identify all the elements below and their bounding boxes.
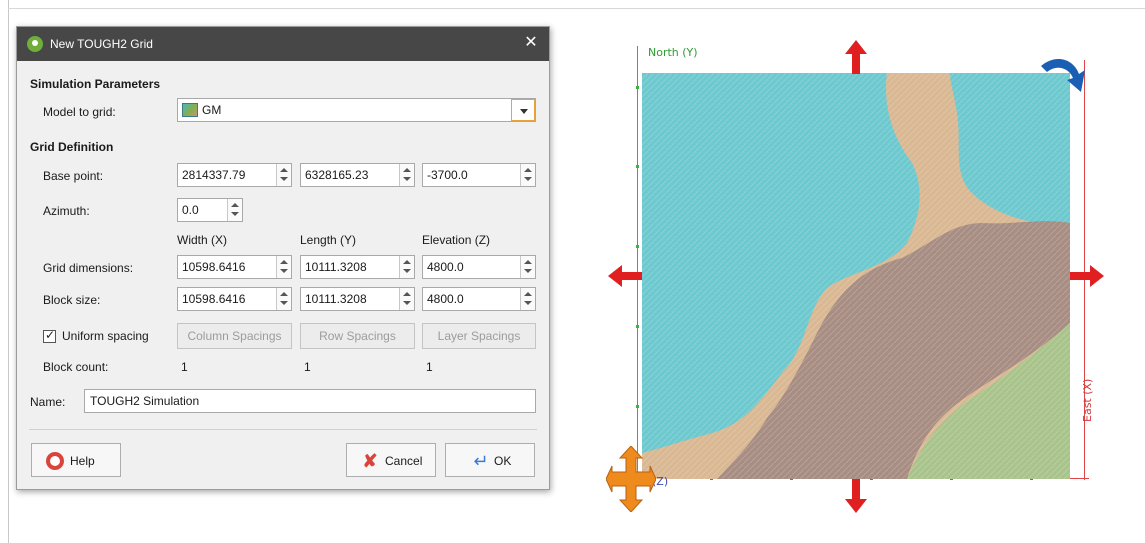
uniform-spacing-label[interactable]: Uniform spacing xyxy=(62,329,149,343)
spin-arrows-icon[interactable] xyxy=(520,256,535,278)
model-to-grid-select[interactable]: GM xyxy=(177,98,536,122)
grid-dimensions-z-input[interactable]: 4800.0 xyxy=(422,255,536,279)
spin-arrows-icon[interactable] xyxy=(399,164,414,186)
ok-button[interactable]: ↵ OK xyxy=(445,443,535,477)
rotate-arrow-icon[interactable] xyxy=(1037,52,1089,104)
help-button[interactable]: Help xyxy=(31,443,121,477)
spin-arrows-icon[interactable] xyxy=(276,164,291,186)
north-tick xyxy=(636,405,639,408)
spin-arrows-icon[interactable] xyxy=(399,256,414,278)
block-count-x: 1 xyxy=(181,360,188,374)
column-spacings-button[interactable]: Column Spacings xyxy=(177,323,292,349)
simulation-parameters-heading: Simulation Parameters xyxy=(30,77,161,91)
north-tick xyxy=(636,86,639,89)
block-size-y-input[interactable]: 10111.3208 xyxy=(300,287,415,311)
block-count-label: Block count: xyxy=(43,360,109,374)
north-axis-line xyxy=(637,46,638,476)
block-size-label: Block size: xyxy=(43,293,101,307)
close-button[interactable]: ✕ xyxy=(521,33,541,53)
azimuth-input[interactable]: 0.0 xyxy=(177,198,243,222)
spin-arrows-icon[interactable] xyxy=(276,256,291,278)
north-tick xyxy=(636,325,639,328)
grid-definition-heading: Grid Definition xyxy=(30,140,114,154)
width-x-header: Width (X) xyxy=(177,233,228,247)
spin-arrows-icon[interactable] xyxy=(520,164,535,186)
app-icon xyxy=(27,36,43,52)
base-point-y-input[interactable]: 6328165.23 xyxy=(300,163,415,187)
block-count-z: 1 xyxy=(426,360,433,374)
north-tick xyxy=(636,245,639,248)
grid-terrain-view[interactable] xyxy=(642,73,1070,479)
base-point-z-input[interactable]: -3700.0 xyxy=(422,163,536,187)
south-resize-arrow-icon[interactable] xyxy=(845,479,867,513)
terrain-texture xyxy=(642,73,1070,479)
model-to-grid-label: Model to grid: xyxy=(43,105,116,119)
terrain-map xyxy=(642,73,1070,479)
spin-arrows-icon[interactable] xyxy=(276,288,291,310)
east-axis-label: East (X) xyxy=(1081,378,1094,422)
move-handle-icon[interactable] xyxy=(606,446,656,512)
row-spacings-button[interactable]: Row Spacings xyxy=(300,323,415,349)
help-icon xyxy=(46,452,64,470)
grid-dimensions-y-input[interactable]: 10111.3208 xyxy=(300,255,415,279)
block-size-z-input[interactable]: 4800.0 xyxy=(422,287,536,311)
model-to-grid-value: GM xyxy=(202,103,222,117)
cancel-x-icon: ✘ xyxy=(362,451,378,471)
block-count-y: 1 xyxy=(304,360,311,374)
north-axis-label: North (Y) xyxy=(648,46,698,59)
dialog-titlebar[interactable]: New TOUGH2 Grid ✕ xyxy=(17,27,549,61)
name-label: Name: xyxy=(30,395,66,409)
grid-dimensions-label: Grid dimensions: xyxy=(43,261,134,275)
north-tick xyxy=(636,165,639,168)
footer-divider xyxy=(29,429,537,430)
geological-model-icon xyxy=(182,103,198,117)
spin-arrows-icon[interactable] xyxy=(399,288,414,310)
new-tough2-grid-dialog: New TOUGH2 Grid ✕ Simulation Parameters … xyxy=(16,26,550,490)
spin-arrows-icon[interactable] xyxy=(520,288,535,310)
spin-arrows-icon[interactable] xyxy=(227,199,242,221)
cancel-button[interactable]: ✘ Cancel xyxy=(346,443,436,477)
name-input[interactable]: TOUGH2 Simulation xyxy=(84,389,536,413)
dialog-title: New TOUGH2 Grid xyxy=(50,37,153,51)
east-resize-arrow-icon[interactable] xyxy=(1070,265,1104,287)
chevron-down-icon[interactable] xyxy=(511,99,535,121)
length-y-header: Length (Y) xyxy=(300,233,357,247)
base-point-label: Base point: xyxy=(43,169,104,183)
north-resize-arrow-icon[interactable] xyxy=(845,40,867,74)
west-resize-arrow-icon[interactable] xyxy=(608,265,642,287)
enter-arrow-icon: ↵ xyxy=(473,451,489,471)
grid-dimensions-x-input[interactable]: 10598.6416 xyxy=(177,255,292,279)
viewport-top-border xyxy=(8,8,1145,9)
viewport-left-border xyxy=(8,0,9,543)
base-point-x-input[interactable]: 2814337.79 xyxy=(177,163,292,187)
elevation-z-header: Elevation (Z) xyxy=(422,233,491,247)
layer-spacings-button[interactable]: Layer Spacings xyxy=(422,323,536,349)
block-size-x-input[interactable]: 10598.6416 xyxy=(177,287,292,311)
azimuth-label: Azimuth: xyxy=(43,204,90,218)
uniform-spacing-checkbox[interactable] xyxy=(43,328,56,343)
